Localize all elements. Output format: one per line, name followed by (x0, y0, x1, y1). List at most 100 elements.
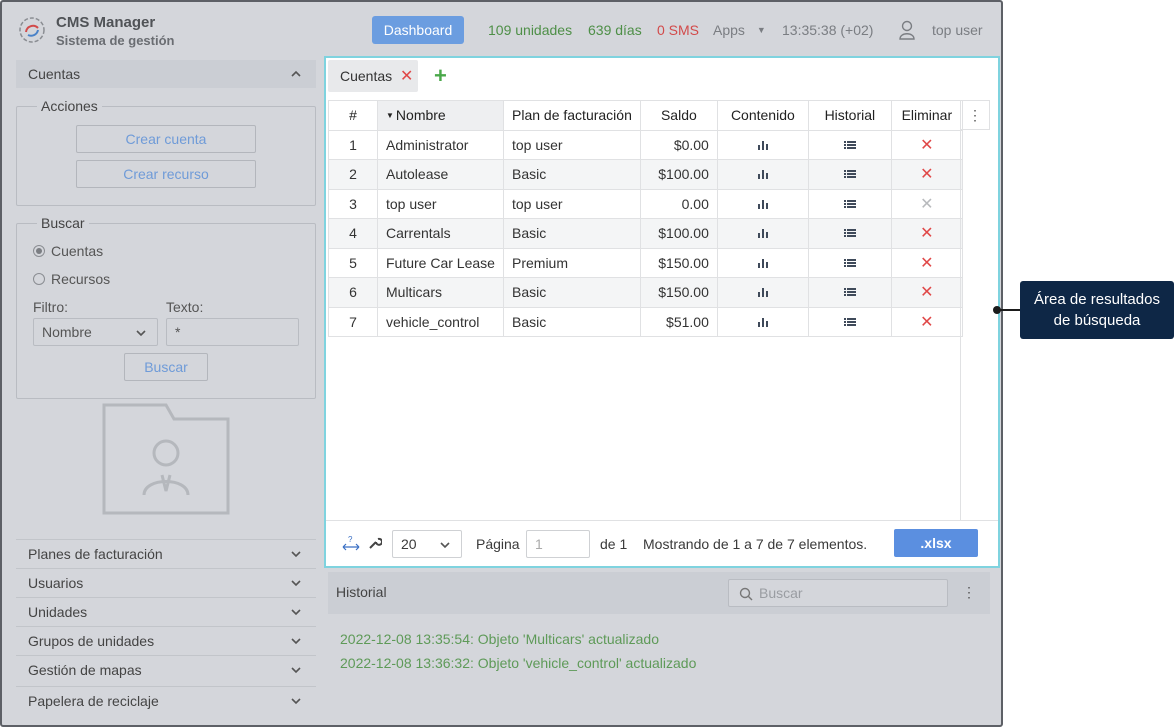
user-name[interactable]: top user (932, 22, 983, 38)
sidebar-nav-item[interactable]: Usuarios (16, 568, 316, 597)
bar-chart-icon[interactable] (757, 199, 769, 209)
dashboard-button[interactable]: Dashboard (372, 16, 464, 44)
delete-icon[interactable]: ✕ (920, 166, 933, 183)
page-size-select[interactable]: 20 (392, 530, 462, 558)
sidebar-nav-item[interactable]: Gestión de mapas (16, 655, 316, 684)
row-number: 5 (328, 247, 378, 278)
delete-cell: ✕ (890, 129, 963, 160)
days-counter[interactable]: 639 días (588, 22, 642, 38)
delete-cell: ✕ (890, 159, 963, 190)
table-menu-icon[interactable]: ⋮ (960, 100, 990, 130)
page-number-input[interactable]: 1 (526, 530, 590, 558)
account-name[interactable]: top user (377, 188, 504, 219)
balance: $100.00 (639, 159, 718, 190)
apps-menu[interactable]: Apps ▼ (713, 22, 766, 38)
list-icon[interactable] (843, 258, 856, 268)
delete-icon: ✕ (920, 195, 934, 213)
delete-cell: ✕ (890, 247, 963, 278)
table-row[interactable]: 1 Administrator top user $0.00 ✕ (328, 129, 963, 160)
column-header-name-label: Nombre (395, 107, 446, 124)
sidebar-nav-item[interactable]: Grupos de unidades (16, 626, 316, 655)
history-search-input[interactable]: Buscar (728, 579, 948, 607)
history-header: Historial Buscar ⋮ (328, 572, 990, 614)
sidebar-nav-item[interactable]: Papelera de reciclaje (16, 686, 316, 715)
bar-chart-icon[interactable] (757, 317, 769, 327)
delete-cell: ✕ (890, 188, 963, 219)
history-menu-icon[interactable]: ⋮ (962, 584, 976, 601)
callout-line-2: de búsqueda (1053, 312, 1141, 329)
list-icon[interactable] (843, 287, 856, 297)
table-row[interactable]: 4 Carrentals Basic $100.00 ✕ (328, 218, 963, 249)
account-name[interactable]: vehicle_control (377, 306, 504, 337)
table-row[interactable]: 2 Autolease Basic $100.00 ✕ (328, 159, 963, 190)
results-panel: Cuentas ✕ + # ▼ Nombre Plan de facturació… (324, 56, 1000, 568)
column-header-name[interactable]: ▼ Nombre (377, 100, 504, 131)
account-name[interactable]: Autolease (377, 159, 504, 190)
chevron-down-icon (291, 638, 301, 645)
table-row[interactable]: 7 vehicle_control Basic $51.00 ✕ (328, 306, 963, 337)
close-icon[interactable]: ✕ (400, 66, 413, 86)
chevron-down-icon (291, 580, 301, 587)
delete-icon[interactable]: ✕ (920, 284, 933, 301)
create-resource-button[interactable]: Crear recurso (76, 160, 256, 188)
add-tab-icon[interactable]: + (434, 63, 447, 89)
tab-accounts[interactable]: Cuentas ✕ (328, 60, 418, 92)
filter-select-value: Nombre (42, 324, 92, 340)
bar-chart-icon[interactable] (757, 228, 769, 239)
sidebar-nav-label: Unidades (28, 604, 88, 620)
list-icon[interactable] (843, 228, 856, 238)
billing-plan: top user (503, 188, 641, 219)
row-number: 1 (328, 129, 378, 160)
tab-accounts-label: Cuentas (340, 68, 393, 84)
units-counter[interactable]: 109 unidades (488, 22, 572, 38)
column-header-number[interactable]: # (328, 100, 378, 131)
radio-resources[interactable]: Recursos (33, 271, 110, 287)
wrench-icon[interactable] (368, 536, 382, 550)
radio-accounts[interactable]: Cuentas (33, 243, 103, 259)
bar-chart-icon[interactable] (757, 169, 769, 180)
user-icon[interactable] (898, 20, 916, 40)
search-button[interactable]: Buscar (124, 353, 208, 381)
sidebar-nav-item[interactable]: Planes de facturación (16, 539, 316, 568)
chevron-down-icon (291, 667, 301, 674)
history-cell (807, 188, 892, 219)
delete-icon[interactable]: ✕ (920, 225, 933, 242)
content-cell (716, 306, 809, 337)
history-cell (807, 247, 892, 278)
table-row[interactable]: 5 Future Car Lease Premium $150.00 ✕ (328, 247, 963, 278)
create-account-button[interactable]: Crear cuenta (76, 125, 256, 153)
delete-icon[interactable]: ✕ (920, 314, 933, 331)
list-icon[interactable] (843, 199, 856, 209)
content-cell (716, 159, 809, 190)
delete-icon[interactable]: ✕ (920, 255, 933, 272)
export-xlsx-button[interactable]: .xlsx (894, 529, 978, 557)
delete-icon[interactable]: ✕ (920, 137, 933, 154)
radio-resources-label: Recursos (51, 271, 111, 287)
history-cell (807, 129, 892, 160)
account-name[interactable]: Future Car Lease (377, 247, 504, 278)
table-scroll-area (960, 130, 990, 520)
account-name[interactable]: Carrentals (377, 218, 504, 249)
sms-counter[interactable]: 0 SMS (657, 22, 699, 38)
list-icon[interactable] (843, 169, 856, 179)
column-header-plan[interactable]: Plan de facturación (503, 100, 641, 131)
table-row[interactable]: 6 Multicars Basic $150.00 ✕ (328, 277, 963, 308)
sidebar-nav-item[interactable]: Unidades (16, 597, 316, 626)
account-name[interactable]: Multicars (377, 277, 504, 308)
text-input[interactable]: * (166, 318, 299, 346)
filter-select[interactable]: Nombre (33, 318, 158, 346)
sidebar-nav-label: Planes de facturación (28, 546, 163, 562)
account-name[interactable]: Administrator (377, 129, 504, 160)
column-header-balance[interactable]: Saldo (639, 100, 718, 131)
table-header-row: # ▼ Nombre Plan de facturación Saldo Cont… (328, 100, 963, 131)
autosize-columns-icon[interactable]: ? (342, 535, 360, 551)
list-icon[interactable] (843, 140, 856, 150)
accounts-section-header[interactable]: Cuentas (16, 60, 316, 88)
billing-plan: Basic (503, 159, 641, 190)
bar-chart-icon[interactable] (757, 258, 769, 268)
bar-chart-icon[interactable] (757, 140, 769, 150)
list-icon[interactable] (843, 317, 856, 327)
page-size-value: 20 (401, 536, 417, 552)
bar-chart-icon[interactable] (757, 287, 769, 298)
table-row[interactable]: 3 top user top user 0.00 ✕ (328, 188, 963, 219)
